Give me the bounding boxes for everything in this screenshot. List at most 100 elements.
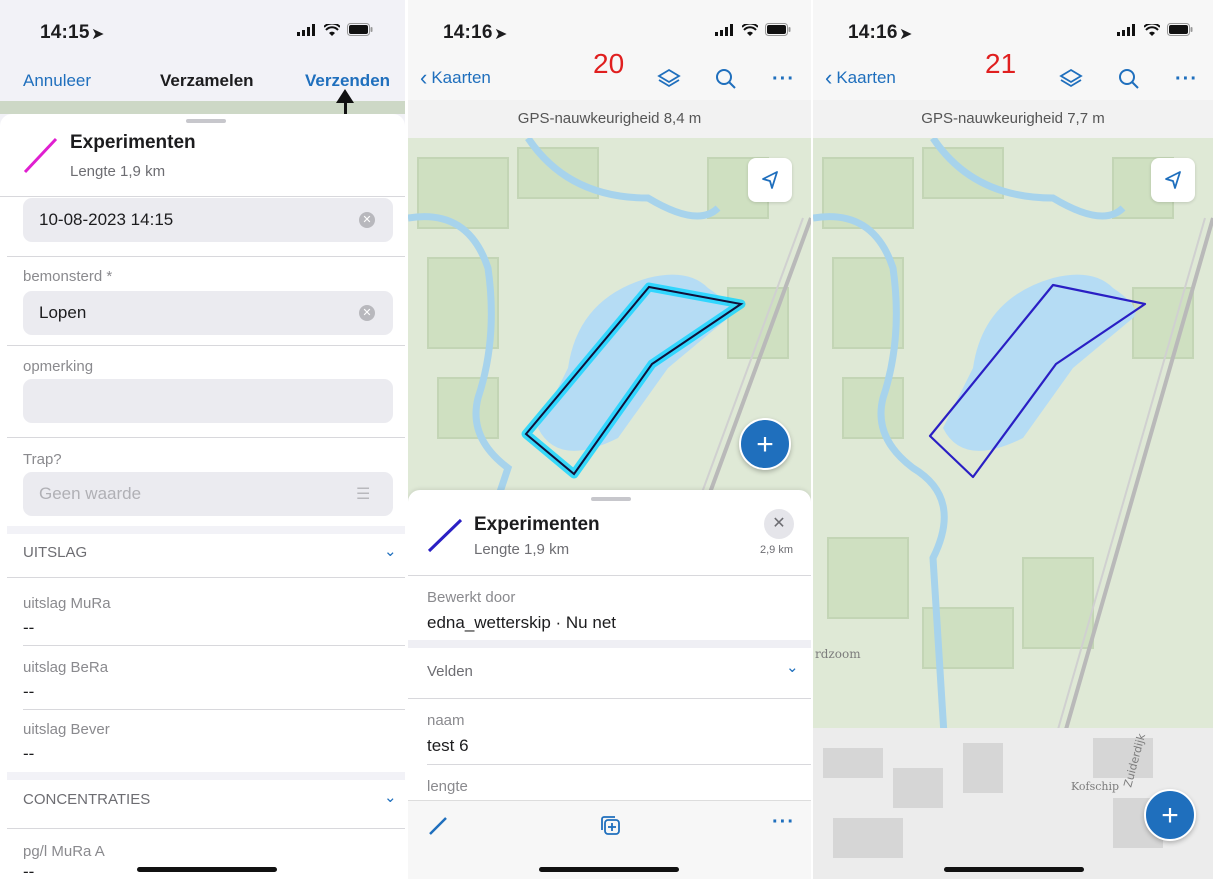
clear-bemonsterd-icon[interactable]: ✕	[359, 305, 375, 321]
home-indicator	[944, 867, 1084, 872]
opmerking-label: opmerking	[23, 358, 94, 375]
duplicate-icon[interactable]	[598, 813, 622, 837]
section-gap	[7, 772, 405, 780]
status-icons	[715, 23, 791, 36]
home-indicator	[137, 867, 277, 872]
add-feature-button[interactable]: +	[739, 418, 791, 470]
concentraties-header: CONCENTRATIES	[23, 791, 151, 808]
locate-button[interactable]	[748, 158, 792, 202]
bemonsterd-value: Lopen	[39, 303, 87, 322]
collect-form-screen: 14:15 ➤ Annuleer Verzamelen Verzenden 19…	[0, 0, 405, 879]
date-value: 10-08-2023 14:15	[39, 210, 174, 229]
locate-button[interactable]	[1151, 158, 1195, 202]
gps-accuracy: GPS-nauwkeurigheid 7,7 m	[813, 100, 1213, 138]
search-icon[interactable]	[714, 67, 738, 91]
gps-accuracy: GPS-nauwkeurigheid 8,4 m	[408, 100, 811, 138]
uitslag-mura-label: uitslag MuRa	[23, 595, 111, 612]
opmerking-field[interactable]	[23, 379, 393, 423]
uitslag-section-header[interactable]: UITSLAG ⌄	[7, 534, 405, 577]
sheet-grabber[interactable]	[591, 497, 631, 501]
map-view[interactable]: rdzoom Zuiderdijk Kofschip	[813, 138, 1213, 879]
add-feature-button[interactable]: +	[1144, 789, 1196, 841]
annotation-arrow-head	[336, 89, 354, 103]
pgl-mura-value: --	[23, 862, 35, 879]
divider	[23, 709, 405, 710]
bemonsterd-label: bemonsterd *	[23, 268, 113, 285]
divider	[0, 196, 405, 197]
divider	[427, 764, 811, 765]
submit-button[interactable]: Verzenden	[305, 71, 390, 91]
divider	[7, 437, 405, 438]
more-icon[interactable]: ···	[772, 811, 795, 834]
clear-date-icon[interactable]: ✕	[359, 212, 375, 228]
edited-label: Bewerkt door	[427, 589, 516, 606]
location-arrow-outline-icon	[762, 171, 778, 189]
bemonsterd-field[interactable]: Lopen	[23, 291, 393, 335]
battery-icon	[347, 23, 373, 36]
step-annotation: 20	[593, 48, 625, 79]
date-field[interactable]: 10-08-2023 14:15	[23, 198, 393, 242]
edit-icon[interactable]	[427, 815, 449, 837]
pgl-mura-label: pg/l MuRa A	[23, 843, 105, 860]
trap-placeholder: Geen waarde	[39, 484, 142, 503]
lengte-label: lengte	[427, 778, 468, 795]
section-gap	[408, 640, 811, 648]
map-canvas[interactable]: rdzoom Zuiderdijk Kofschip	[813, 138, 1213, 879]
wifi-icon	[742, 23, 758, 36]
divider	[408, 575, 811, 576]
naam-value: test 6	[427, 736, 469, 755]
page-title: Verzamelen	[160, 71, 254, 90]
back-button[interactable]: ‹ Kaarten	[825, 67, 896, 89]
map-label-kofschip: Kofschip	[1071, 780, 1119, 793]
sheet-grabber[interactable]	[186, 119, 226, 123]
feature-subtitle: Lengte 1,9 km	[474, 541, 570, 558]
status-icons	[297, 23, 373, 36]
trap-select[interactable]: Geen waarde	[23, 472, 393, 516]
map-screen: 14:16 ➤ ‹ Kaarten 21 ··· GPS-nauwkeurigh…	[813, 0, 1213, 879]
map-label-rdzoom: rdzoom	[815, 647, 861, 661]
location-arrow-icon: ➤	[91, 26, 105, 43]
concentraties-section-header[interactable]: CONCENTRATIES ⌄	[7, 780, 405, 828]
back-label: Kaarten	[431, 68, 491, 87]
close-icon[interactable]: ✕	[764, 509, 794, 539]
cancel-button[interactable]: Annuleer	[23, 71, 91, 91]
layers-icon[interactable]	[657, 67, 681, 91]
home-indicator	[539, 867, 679, 872]
signal-icon	[715, 23, 733, 36]
divider	[7, 345, 405, 346]
search-icon[interactable]	[1117, 67, 1141, 91]
back-button[interactable]: ‹ Kaarten	[420, 65, 491, 90]
edited-value: edna_wetterskip · Nu net	[427, 613, 616, 632]
chevron-left-icon: ‹	[420, 65, 428, 90]
divider	[7, 256, 405, 257]
uitslag-bever-label: uitslag Bever	[23, 721, 110, 738]
wifi-icon	[324, 23, 340, 36]
divider	[408, 698, 811, 699]
location-arrow-outline-icon	[1165, 171, 1181, 189]
naam-label: naam	[427, 712, 465, 729]
velden-header[interactable]: Velden	[427, 663, 473, 680]
feature-title: Experimenten	[70, 132, 196, 153]
chevron-down-icon[interactable]: ⌄	[786, 658, 799, 676]
more-icon[interactable]: ···	[1175, 68, 1198, 91]
status-time: 14:16	[848, 22, 898, 43]
uitslag-bera-value: --	[23, 682, 35, 701]
uitslag-header: UITSLAG	[23, 544, 88, 561]
divider	[23, 645, 405, 646]
feature-title: Experimenten	[474, 514, 600, 535]
status-icons	[1117, 23, 1193, 36]
location-arrow-icon: ➤	[494, 26, 508, 43]
status-time: 14:16	[443, 22, 493, 43]
feature-subtitle: Lengte 1,9 km	[70, 163, 166, 180]
wifi-icon	[1144, 23, 1160, 36]
more-icon[interactable]: ···	[772, 68, 795, 91]
layers-icon[interactable]	[1059, 67, 1083, 91]
line-feature-icon	[427, 518, 463, 553]
distance-label: 2,9 km	[760, 544, 794, 556]
step-annotation: 21	[985, 48, 1017, 79]
signal-icon	[1117, 23, 1135, 36]
uitslag-bera-label: uitslag BeRa	[23, 659, 109, 676]
trap-label: Trap?	[23, 451, 62, 468]
line-feature-icon	[23, 137, 58, 174]
section-gap	[7, 526, 405, 534]
